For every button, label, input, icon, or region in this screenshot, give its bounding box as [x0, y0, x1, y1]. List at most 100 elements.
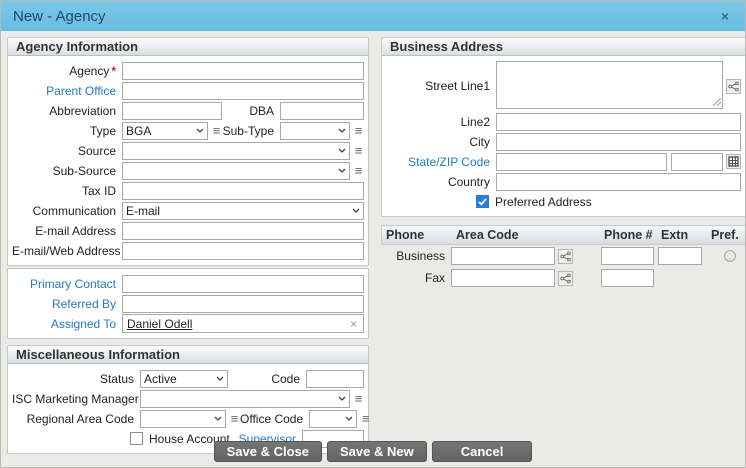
type-subtype-row: Type BGA ≡ Sub-Type ≡	[12, 121, 364, 140]
chevron-down-icon	[216, 376, 224, 381]
check-icon	[478, 198, 487, 206]
business-extn-input[interactable]	[658, 247, 702, 265]
primary-contact-input[interactable]	[122, 275, 364, 293]
isc-marketing-manager-select[interactable]	[140, 390, 350, 408]
sub-source-list-lookup-icon[interactable]: ≡	[353, 162, 364, 179]
area-code-header: Area Code	[452, 228, 600, 242]
save-close-button[interactable]: Save & Close	[214, 441, 322, 462]
street-line1-label: Street Line1	[386, 61, 496, 93]
phone-row-fax: Fax	[381, 267, 746, 289]
phone-table: Phone Area Code Phone # Extn Pref. Busin…	[381, 225, 746, 289]
business-address-header: Business Address	[381, 37, 746, 56]
regional-area-code-label: Regional Area Code	[12, 412, 140, 426]
extn-header: Extn	[657, 228, 707, 242]
line2-input[interactable]	[496, 113, 741, 131]
regional-area-code-select[interactable]	[140, 410, 226, 428]
preferred-address-label: Preferred Address	[495, 195, 592, 209]
country-input[interactable]	[496, 173, 741, 191]
chevron-down-icon	[338, 168, 346, 173]
communication-select[interactable]: E-mail	[122, 202, 364, 220]
dialog-content: Agency Information Agency* Parent Office…	[1, 31, 745, 467]
country-row: Country	[386, 172, 741, 191]
email-web-address-row: E-mail/Web Address	[12, 241, 364, 260]
clear-icon[interactable]: ×	[348, 317, 359, 331]
agency-information-header: Agency Information	[7, 37, 369, 56]
agency-input[interactable]	[122, 62, 364, 80]
chevron-down-icon	[352, 208, 360, 213]
country-label: Country	[386, 175, 496, 189]
agency-row: Agency*	[12, 61, 364, 80]
business-phone-number-input[interactable]	[601, 247, 654, 265]
chevron-down-icon	[338, 396, 346, 401]
street-line1-textarea[interactable]	[496, 61, 723, 109]
type-list-lookup-icon[interactable]: ≡	[211, 122, 222, 139]
parent-office-label[interactable]: Parent Office	[12, 84, 122, 98]
parent-office-row: Parent Office	[12, 81, 364, 100]
zip-lookup-grid-icon[interactable]	[726, 154, 741, 169]
sub-source-select[interactable]	[122, 162, 350, 180]
referred-by-row: Referred By	[12, 294, 364, 313]
tax-id-input[interactable]	[122, 182, 364, 200]
isc-marketing-manager-row: ISC Marketing Manager ≡	[12, 389, 364, 408]
primary-contact-label[interactable]: Primary Contact	[12, 277, 122, 291]
tax-id-label: Tax ID	[12, 184, 122, 198]
business-area-code-input[interactable]	[451, 247, 555, 265]
save-new-button[interactable]: Save & New	[327, 441, 427, 462]
sub-type-list-lookup-icon[interactable]: ≡	[353, 122, 364, 139]
referred-by-input[interactable]	[122, 295, 364, 313]
fax-area-code-input[interactable]	[451, 269, 555, 287]
miscellaneous-information-header: Miscellaneous Information	[7, 345, 369, 364]
email-address-row: E-mail Address	[12, 221, 364, 240]
line2-label: Line2	[386, 115, 496, 129]
isc-marketing-manager-label: ISC Marketing Manager	[12, 392, 140, 406]
abbreviation-dba-row: Abbreviation DBA	[12, 101, 364, 120]
status-select[interactable]: Active	[140, 370, 228, 388]
tax-id-row: Tax ID	[12, 181, 364, 200]
right-column: Business Address Street Line1 Line2	[381, 37, 746, 467]
fax-phone-label: Fax	[381, 271, 451, 285]
business-pref-radio[interactable]	[724, 250, 736, 262]
referred-by-label[interactable]: Referred By	[12, 297, 122, 311]
cancel-button[interactable]: Cancel	[432, 441, 533, 462]
chevron-down-icon	[345, 416, 353, 421]
regional-area-code-list-lookup-icon[interactable]: ≡	[229, 410, 240, 427]
office-code-list-lookup-icon[interactable]: ≡	[360, 410, 371, 427]
abbreviation-input[interactable]	[122, 102, 222, 120]
chevron-down-icon	[196, 128, 204, 133]
zip-input[interactable]	[671, 153, 723, 171]
preferred-address-checkbox[interactable]	[476, 195, 489, 208]
office-code-select[interactable]	[309, 410, 357, 428]
fax-phone-number-input[interactable]	[601, 269, 654, 287]
city-label: City	[386, 135, 496, 149]
close-icon[interactable]: ×	[717, 8, 733, 24]
office-code-label: Office Code	[240, 412, 309, 426]
source-select[interactable]	[122, 142, 350, 160]
new-agency-dialog: New - Agency × Agency Information Agency…	[0, 0, 746, 468]
regional-office-code-row: Regional Area Code ≡ Office Code ≡	[12, 409, 364, 428]
email-web-address-input[interactable]	[122, 242, 364, 260]
status-label: Status	[12, 372, 140, 386]
email-address-input[interactable]	[122, 222, 364, 240]
source-list-lookup-icon[interactable]: ≡	[353, 142, 364, 159]
assigned-to-field[interactable]: Daniel Odell ×	[122, 314, 364, 333]
parent-office-input[interactable]	[122, 82, 364, 100]
isc-marketing-manager-list-lookup-icon[interactable]: ≡	[353, 390, 364, 407]
type-label: Type	[12, 124, 122, 138]
assigned-to-value[interactable]: Daniel Odell	[127, 317, 192, 331]
source-row: Source ≡	[12, 141, 364, 160]
assigned-to-label[interactable]: Assigned To	[12, 317, 122, 331]
type-select[interactable]: BGA	[122, 122, 208, 140]
state-input[interactable]	[496, 153, 667, 171]
code-input[interactable]	[306, 370, 364, 388]
sub-type-select[interactable]	[280, 122, 350, 140]
business-area-merge-icon[interactable]	[558, 249, 573, 264]
status-code-row: Status Active Code	[12, 369, 364, 388]
fax-area-merge-icon[interactable]	[558, 271, 573, 286]
line2-row: Line2	[386, 112, 741, 131]
agency-label: Agency	[69, 64, 109, 78]
phone-number-header: Phone #	[600, 228, 657, 242]
state-zip-label[interactable]: State/ZIP Code	[386, 155, 496, 169]
city-input[interactable]	[496, 133, 741, 151]
merge-address-icon[interactable]	[726, 79, 741, 94]
dba-input[interactable]	[280, 102, 364, 120]
